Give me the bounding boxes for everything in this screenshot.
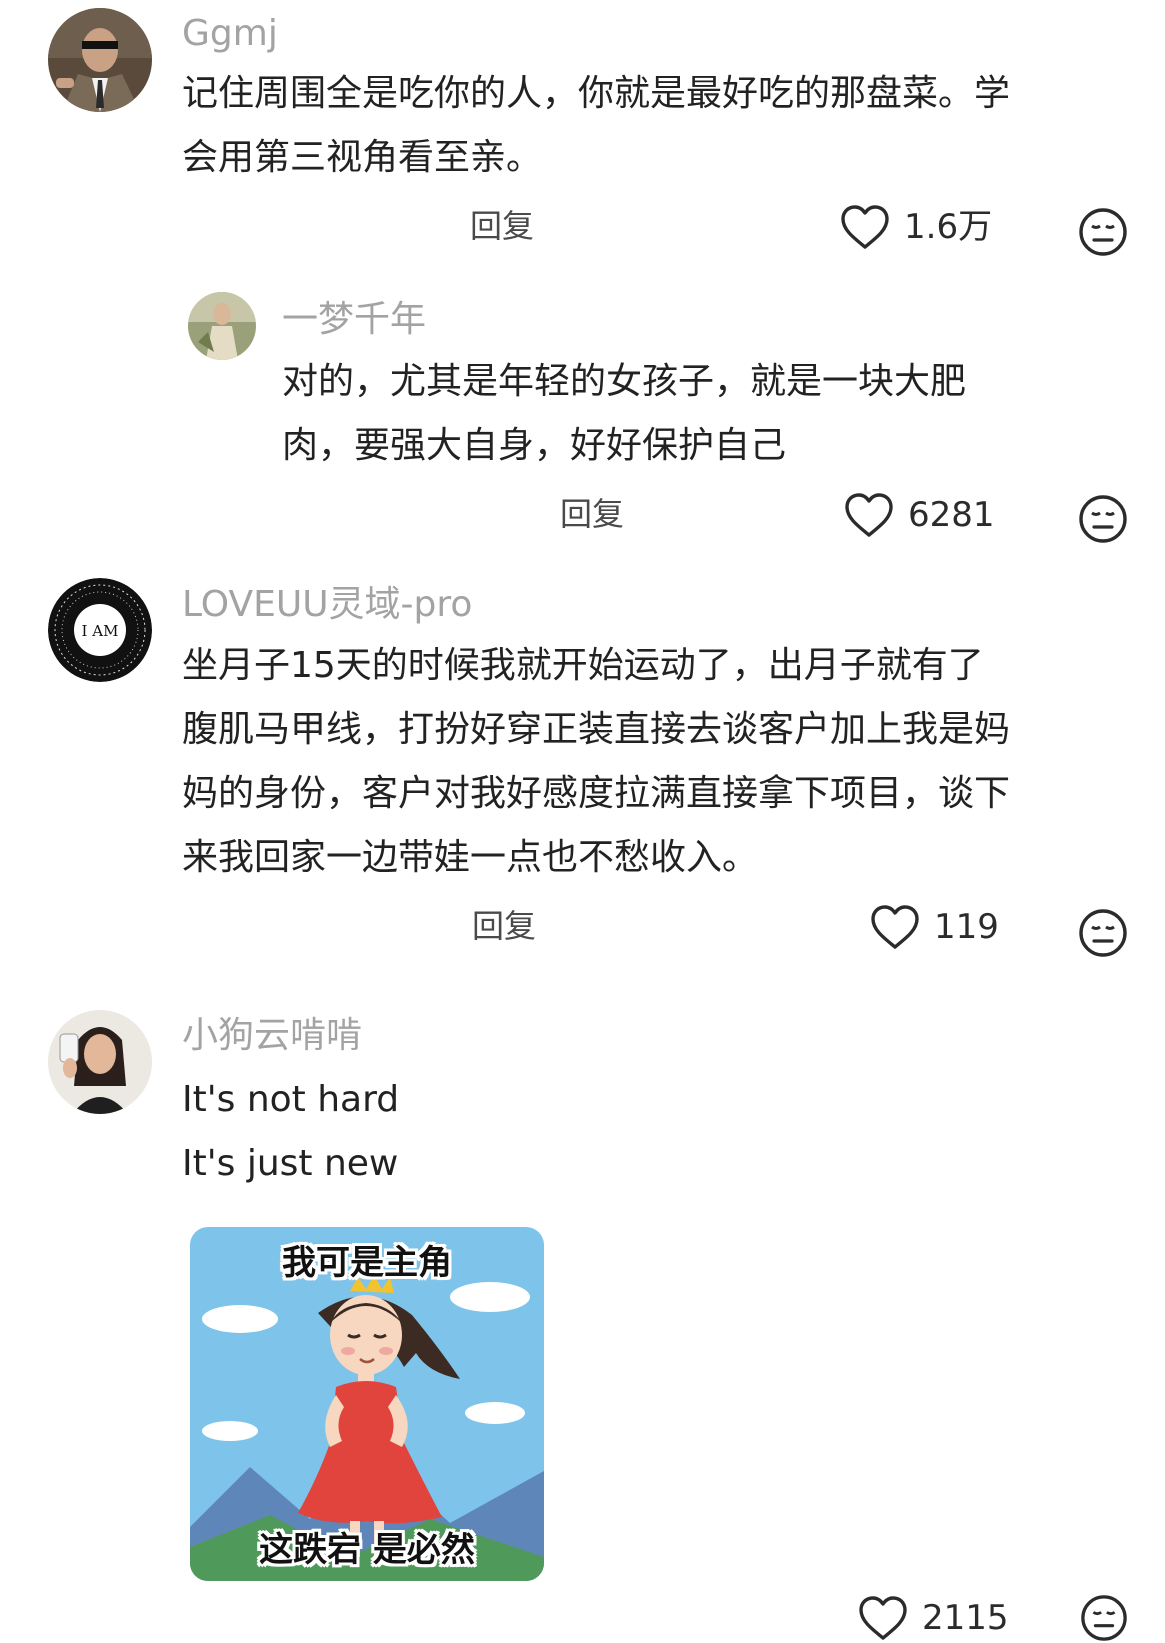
comment-text: It's not hard It's just new [182,1068,399,1196]
sticker-image[interactable]: 我可是主角 这跌宕 是必然 [190,1227,544,1581]
avatar-loveuu[interactable]: I AM [48,578,152,682]
username[interactable]: Ggmj [182,12,278,56]
heart-outline-icon [871,905,919,949]
reply-button[interactable]: 回复 [470,206,534,246]
text-line: 肉，要强大自身，好好保护自己 [282,425,787,466]
like-button[interactable]: 2115 [858,1595,1009,1641]
username[interactable]: 小狗云啃啃 [182,1014,362,1058]
text-line: 对的，尤其是年轻的女孩子，就是一块大肥 [282,361,967,402]
avatar-image [188,292,256,360]
comment-text: 记住周围全是吃你的人，你就是最好吃的那盘菜。学 会用第三视角看至亲。 [182,62,1010,190]
comment-text: 坐月子15天的时候我就开始运动了，出月子就有了 腹肌马甲线，打扮好穿正装直接去谈… [182,634,1010,890]
like-count: 2115 [922,1598,1009,1638]
like-count: 1.6万 [904,207,993,247]
meh-face-icon[interactable] [1078,908,1128,958]
avatar-image [48,8,152,112]
avatar-image [48,1010,152,1114]
text-line: 妈的身份，客户对我好感度拉满直接拿下项目，谈下 [182,773,1011,814]
sticker-bottom-text: 这跌宕 是必然 [259,1530,475,1570]
heart-outline-icon [841,205,889,249]
heart-outline-icon [845,493,893,537]
like-count: 119 [934,907,999,947]
username[interactable]: LOVEUU灵域-pro [182,583,472,627]
like-button[interactable]: 119 [870,904,999,950]
avatar-text: I AM [82,622,119,640]
meh-face-icon[interactable] [1078,494,1128,544]
username[interactable]: 一梦千年 [282,298,426,342]
avatar-ggmj[interactable] [48,8,152,112]
avatar-image: I AM [48,578,152,682]
reply-button[interactable]: 回复 [560,494,624,534]
text-line: 记住周围全是吃你的人，你就是最好吃的那盘菜。学 [182,73,1011,114]
meh-face-icon[interactable] [1078,207,1128,257]
text-line: 会用第三视角看至亲。 [182,137,543,178]
like-count: 6281 [908,495,995,535]
reply-button[interactable]: 回复 [472,906,536,946]
avatar-yimeng[interactable] [188,292,256,360]
text-line: It's not hard [182,1079,400,1120]
text-line: 来我回家一边带娃一点也不愁收入。 [182,837,759,878]
text-line: 坐月子15天的时候我就开始运动了，出月子就有了 [182,645,984,686]
sticker-top-text: 我可是主角 [282,1243,452,1283]
comment-text: 对的，尤其是年轻的女孩子，就是一块大肥 肉，要强大自身，好好保护自己 [282,350,966,478]
text-line: It's just new [182,1143,399,1184]
heart-outline-icon [859,1596,907,1640]
text-line: 腹肌马甲线，打扮好穿正装直接去谈客户加上我是妈 [182,709,1011,750]
avatar-xiaogou[interactable] [48,1010,152,1114]
like-button[interactable]: 1.6万 [840,204,992,250]
like-button[interactable]: 6281 [844,492,995,538]
meh-face-icon[interactable] [1080,1594,1128,1642]
